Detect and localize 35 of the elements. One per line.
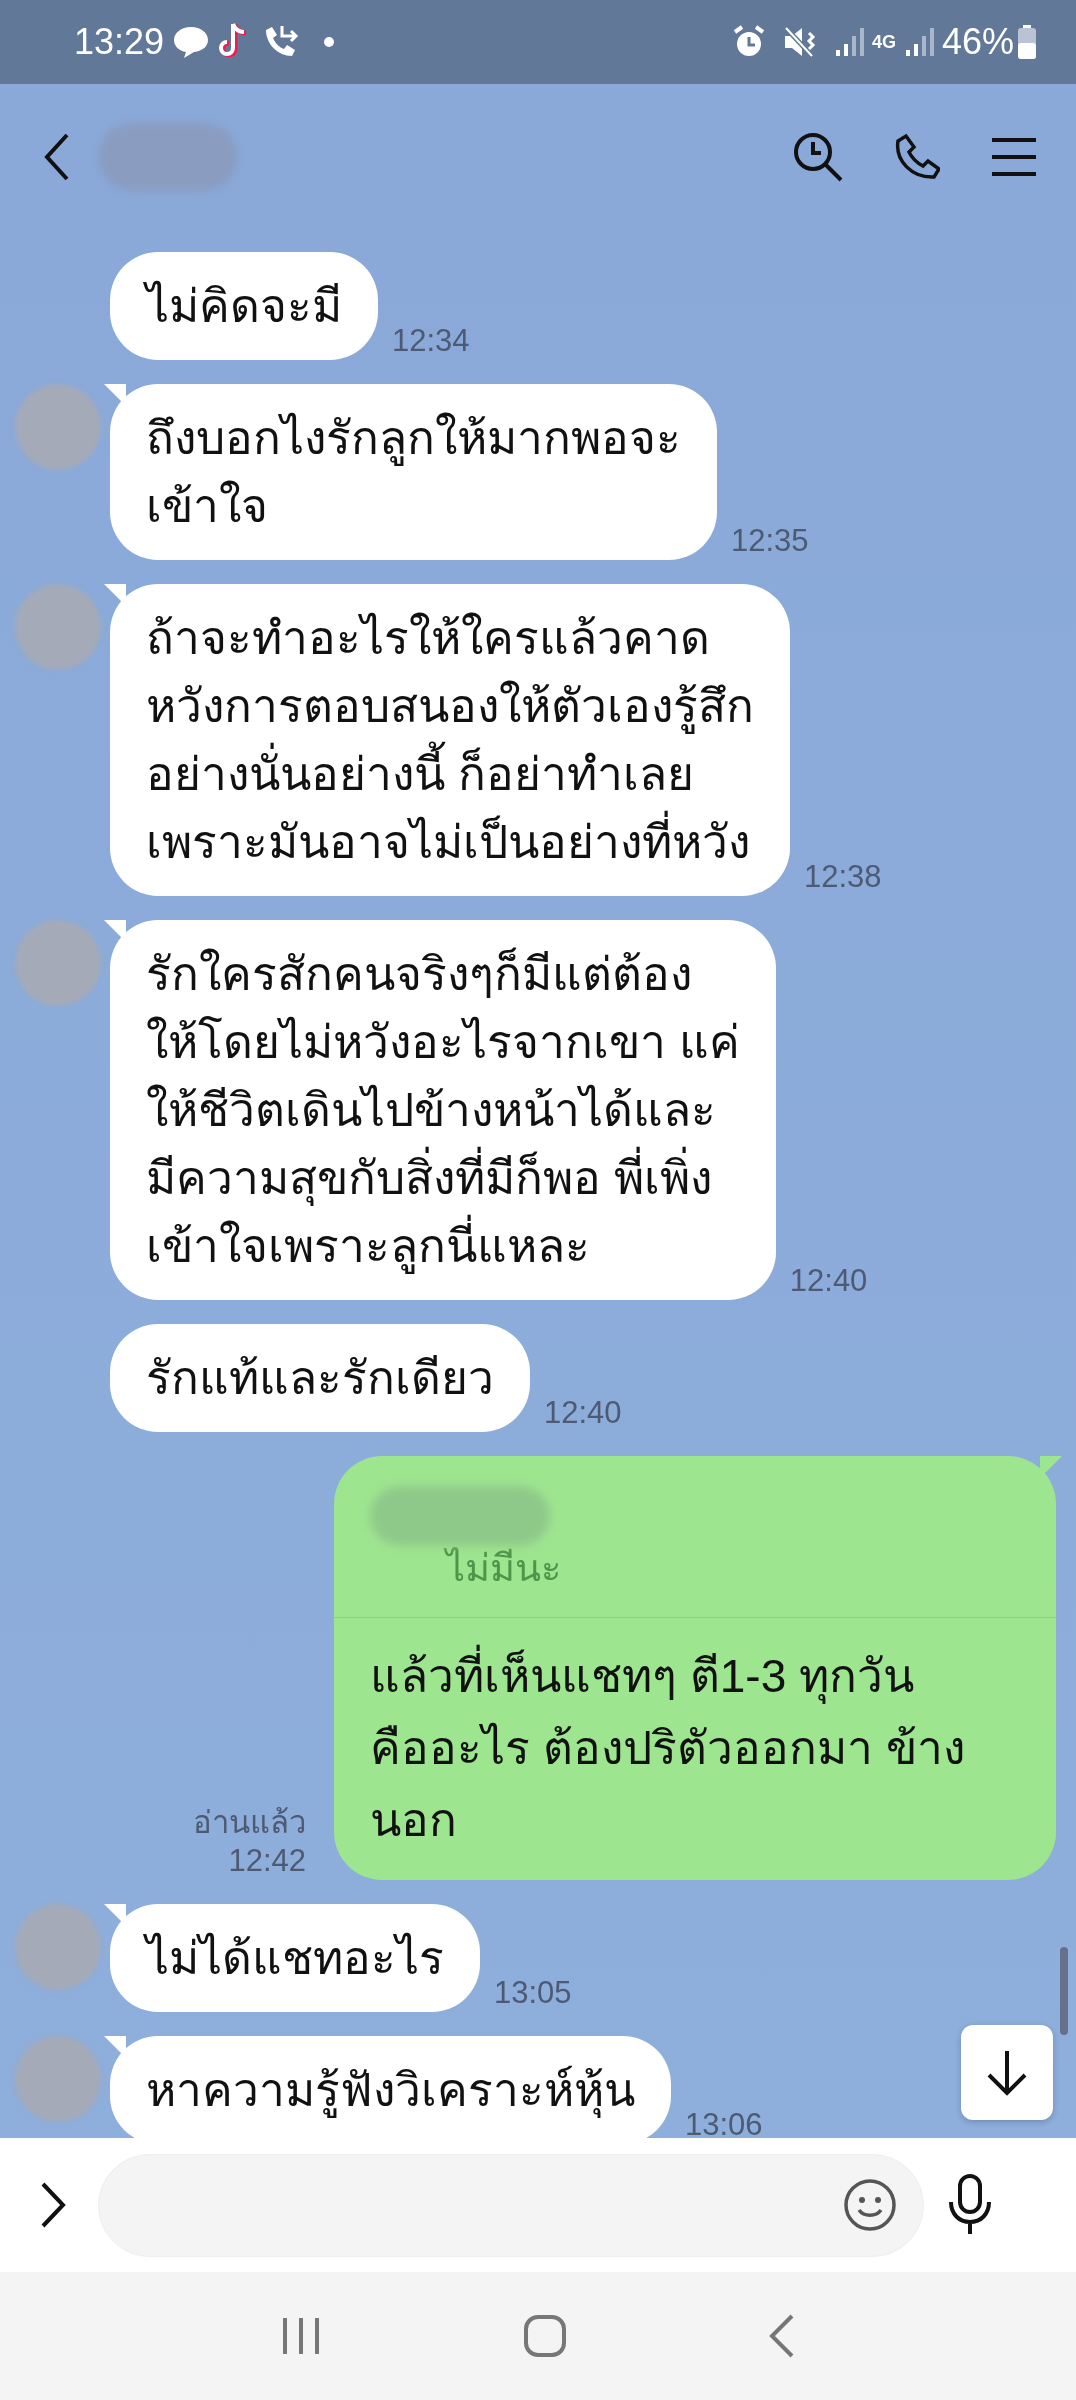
scrollbar-thumb[interactable]: [1060, 1947, 1068, 2035]
smiley-icon[interactable]: [843, 2178, 897, 2232]
search-icon[interactable]: [792, 131, 844, 183]
signal-icon: [833, 26, 864, 58]
dot-icon: [324, 37, 335, 47]
signal-icon: [903, 26, 934, 58]
read-receipt: อ่านแล้ว: [192, 1804, 307, 1842]
home-button[interactable]: [524, 2315, 566, 2357]
battery-percent: 46%: [941, 20, 1014, 64]
chat-bubble-icon: [172, 25, 211, 59]
message-text: รักแท้และรักเดียว: [146, 1351, 494, 1406]
message-time: 13:06: [684, 2106, 764, 2138]
message-text: หาความรู้ฟังวิเคราะห์หุ้น: [146, 2063, 635, 2120]
arrow-down-icon[interactable]: [985, 2048, 1029, 2097]
menu-icon[interactable]: [992, 137, 1036, 177]
message-time: 12:42: [227, 1842, 307, 1880]
back-nav-button[interactable]: [768, 2314, 795, 2358]
message-text: รักใครสักคนจริงๆก็มีแต่ต้อง ให้โดยไม่หวังอะไรจากเขา แค่ ให้ชีวิตเดินไปข้างหน้าได้และ มีความสุขกับสิ่งที่มีก็พอ พี่เพิ่ง เข้าใจเพราะลูกนี่แหละ: [146, 946, 740, 1276]
message-time: 12:40: [788, 1262, 869, 1300]
message-text: แล้วที่เห็นแชทๆ ตี1-3 ทุกวัน คืออะไร ต้องปริตัวออกมา ข้าง นอก: [334, 1618, 1056, 1880]
clock-time: 13:29: [74, 20, 165, 64]
message-time: 12:34: [391, 322, 471, 360]
message-time: 13:05: [493, 1974, 573, 2012]
scroll-down-button[interactable]: [961, 2025, 1053, 2120]
microphone-icon[interactable]: [948, 2174, 992, 2236]
expand-button[interactable]: [40, 2182, 66, 2228]
message-time: 12:40: [543, 1394, 623, 1432]
message-text: ถ้าจะทำอะไรให้ใครแล้วคาด หวังการตอบสนองให้ตัวเองรู้สึก อย่างนั่นอย่างนี้ ก็อย่าทำเลย เพราะมันอาจไม่เป็นอย่างที่หวัง: [146, 611, 754, 870]
battery-icon: [1018, 25, 1036, 59]
message-time: 12:38: [803, 858, 883, 896]
recent-apps-button[interactable]: [281, 2316, 322, 2356]
network-type: 4G: [871, 33, 896, 51]
back-button[interactable]: [44, 133, 70, 181]
message-text: ถึงบอกไงรักลูกให้มากพอจะ เข้าใจ: [146, 411, 681, 534]
message-time: 12:35: [730, 522, 810, 560]
